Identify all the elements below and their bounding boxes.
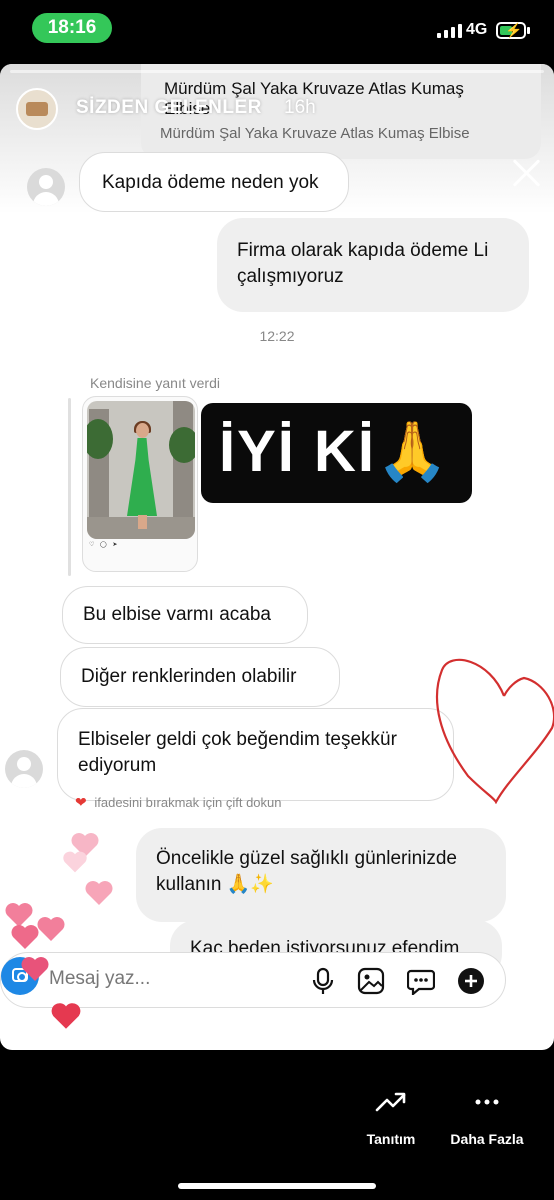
trending-icon	[375, 1092, 406, 1112]
signal-icon	[437, 24, 462, 38]
microphone-icon[interactable]	[309, 967, 337, 995]
status-time[interactable]: 18:16	[32, 13, 112, 43]
reaction-hint: ❤ ifadesini bırakmak için çift dokun	[75, 794, 282, 810]
floating-heart-icon	[63, 851, 87, 873]
chat-timestamp: 12:22	[259, 328, 295, 344]
message-text: Kapıda ödeme neden yok	[102, 172, 319, 193]
more-button[interactable]: Daha Fazla	[445, 1090, 529, 1147]
add-icon[interactable]	[457, 967, 485, 995]
reply-line	[68, 398, 71, 576]
drawn-heart	[435, 658, 554, 804]
home-indicator[interactable]	[178, 1183, 376, 1189]
shared-post-thumbnail[interactable]: ♡ ◯ ➤	[82, 396, 198, 572]
floating-heart-icon	[51, 1003, 81, 1029]
floating-heart-icon	[21, 957, 49, 981]
reply-sticker: İYİ Kİ🙏	[201, 403, 472, 503]
sender-avatar	[5, 750, 43, 788]
sticker-icon[interactable]	[407, 967, 435, 995]
promote-label: Tanıtım	[366, 1131, 416, 1147]
message-bubble-outgoing: Öncelikle güzel sağlıklı günlerinizde ku…	[136, 828, 506, 922]
reply-label: Kendisine yanıt verdi	[90, 375, 220, 391]
more-label: Daha Fazla	[450, 1131, 524, 1147]
message-text: Bu elbise varmı acaba	[83, 604, 271, 625]
product-subtitle: Mürdüm Şal Yaka Kruvaze Atlas Kumaş Elbi…	[160, 125, 470, 142]
message-bubble-outgoing: Firma olarak kapıda ödeme Li çalışmıyoru…	[217, 218, 529, 312]
message-bubble-incoming: Kapıda ödeme neden yok	[79, 152, 349, 212]
promote-button[interactable]: Tanıtım	[358, 1090, 424, 1147]
message-bubble-incoming: Bu elbise varmı acaba	[62, 586, 308, 644]
close-icon[interactable]	[512, 158, 542, 188]
message-input[interactable]: Mesaj yaz...	[49, 968, 150, 990]
status-bar: 18:16 4G ⚡	[0, 0, 554, 60]
gallery-icon[interactable]	[357, 967, 385, 995]
message-text: Diğer renklerinden olabilir	[81, 666, 297, 687]
floating-heart-icon	[37, 917, 65, 941]
sender-avatar	[27, 168, 65, 206]
dress-photo	[87, 401, 195, 539]
message-text: Firma olarak kapıda ödeme Li çalışmıyoru…	[237, 240, 489, 287]
story-time-ago: 16h	[284, 97, 316, 118]
more-icon	[475, 1099, 499, 1105]
story-avatar[interactable]	[16, 88, 58, 130]
network-type: 4G	[466, 21, 488, 38]
message-text: Öncelikle güzel sağlıklı günlerinizde ku…	[156, 848, 457, 895]
message-bubble-incoming: Elbiseler geldi çok beğendim teşekkür ed…	[57, 708, 454, 801]
floating-heart-icon	[11, 925, 39, 949]
message-text: Elbiseler geldi çok beğendim teşekkür ed…	[78, 729, 397, 776]
message-composer: Mesaj yaz...	[0, 952, 506, 1008]
post-action-icons: ♡ ◯ ➤	[89, 542, 120, 548]
story-title[interactable]: SİZDEN GELENLER	[76, 97, 262, 119]
floating-heart-icon	[85, 881, 113, 905]
battery-icon: ⚡	[496, 22, 526, 39]
heart-icon: ❤	[75, 794, 87, 810]
message-bubble-incoming: Diğer renklerinden olabilir	[60, 647, 340, 707]
story-progress-bar	[10, 70, 544, 73]
story-card[interactable]: Mürdüm Şal Yaka Kruvaze Atlas Kumaş Elbi…	[0, 64, 554, 1050]
